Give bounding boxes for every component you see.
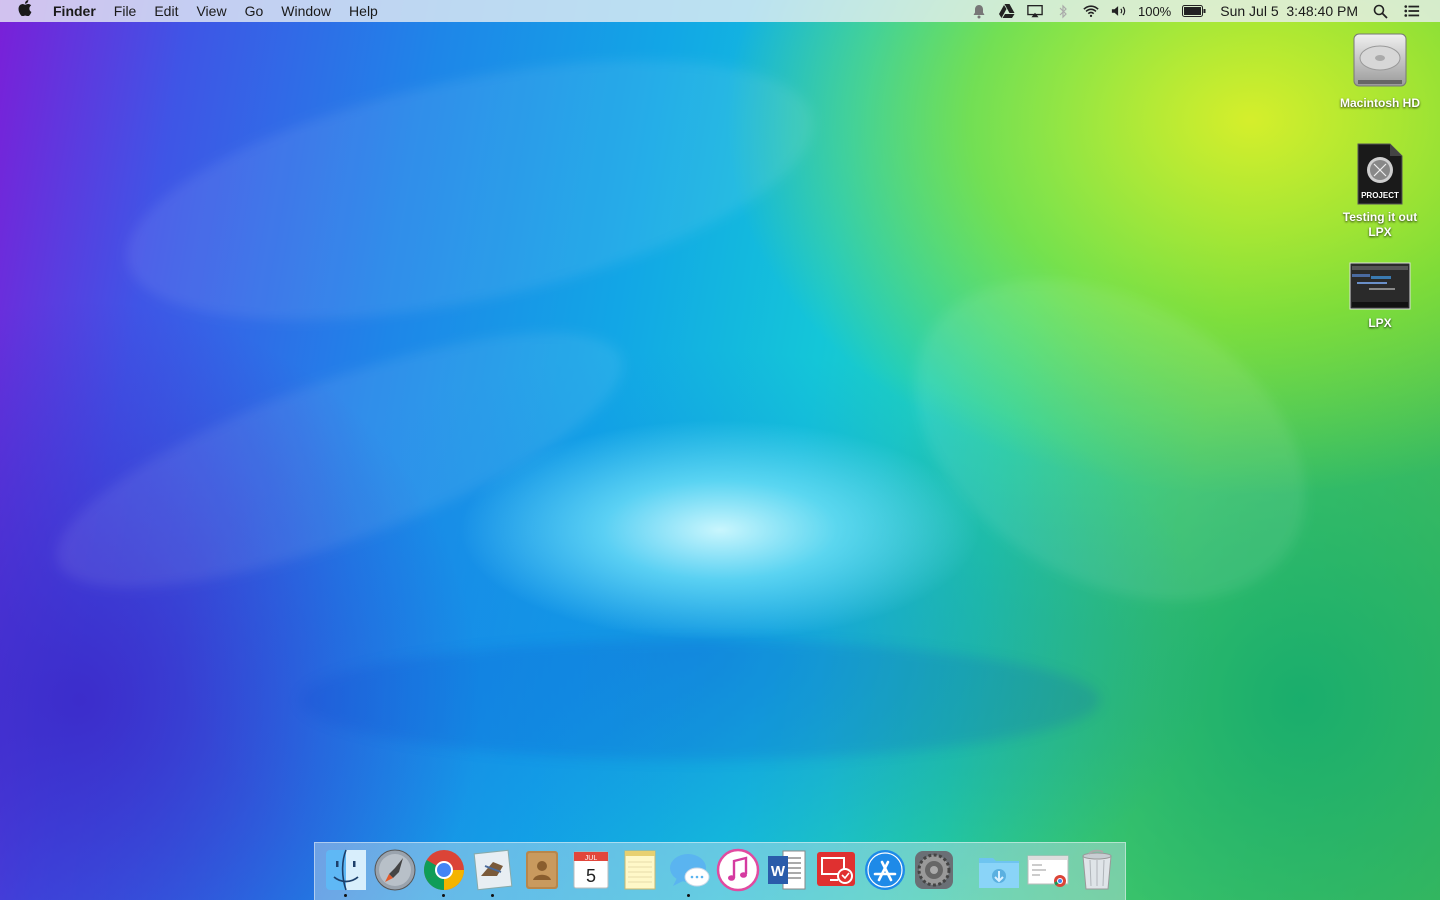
messages-icon	[669, 854, 709, 887]
menu-edit[interactable]: Edit	[145, 0, 187, 22]
dock-calendar[interactable]: JUL 5	[569, 848, 613, 900]
menu-app-finder[interactable]: Finder	[44, 0, 105, 22]
desktop-icon-lpx[interactable]: LPX	[1330, 262, 1430, 331]
dock-microsoft-word[interactable]: W	[765, 848, 809, 900]
dock-document-stack[interactable]	[1026, 848, 1070, 900]
document-stack-icon	[1027, 855, 1068, 887]
dock-google-chrome[interactable]	[422, 848, 466, 900]
wifi-icon[interactable]	[1083, 3, 1099, 19]
dock: JUL 5 W	[314, 842, 1126, 900]
desktop-icon-label: Testing it out LPX	[1342, 210, 1418, 239]
launchpad-icon	[374, 849, 415, 891]
airplay-icon[interactable]	[1027, 3, 1043, 19]
menu-file[interactable]: File	[105, 0, 146, 22]
menu-go[interactable]: Go	[236, 0, 273, 22]
dock-messages[interactable]	[667, 848, 711, 900]
dock-itunes[interactable]	[716, 848, 760, 900]
dock-trash[interactable]	[1075, 848, 1119, 900]
battery-percent: 100%	[1137, 3, 1172, 19]
dock-finder[interactable]	[324, 848, 368, 900]
contacts-icon	[525, 851, 558, 889]
word-icon: W	[767, 850, 805, 890]
volume-icon[interactable]	[1111, 3, 1127, 19]
word-letter: W	[770, 863, 785, 880]
itunes-icon	[716, 848, 759, 892]
menubar-date: Sun Jul 5	[1220, 3, 1279, 19]
menu-help[interactable]: Help	[340, 0, 387, 22]
dock-contacts[interactable]	[520, 848, 564, 900]
mail-icon	[473, 849, 512, 891]
chrome-icon	[423, 850, 464, 890]
desktop-wallpaper	[0, 0, 1440, 900]
trash-icon	[1081, 849, 1112, 890]
calendar-day: 5	[585, 866, 595, 886]
app-store-icon	[864, 850, 905, 890]
notification-center-icon[interactable]	[1404, 3, 1420, 19]
dock-mail[interactable]	[471, 848, 515, 900]
menu-bar: Finder File Edit View Go Window Help 100…	[0, 0, 1440, 22]
desktop-icon-macintosh-hd[interactable]: Macintosh HD	[1330, 30, 1430, 111]
desktop-icon-testing-it-out-lpx[interactable]: PROJECT Testing it out LPX	[1330, 142, 1430, 240]
downloads-folder-icon	[978, 858, 1019, 888]
logic-project-icon: PROJECT	[1330, 142, 1430, 206]
dock-app-store[interactable]	[863, 848, 907, 900]
project-badge: PROJECT	[1361, 191, 1399, 200]
dock-remote-desktop[interactable]	[814, 848, 858, 900]
bluetooth-icon[interactable]	[1055, 3, 1071, 19]
finder-icon	[325, 849, 366, 891]
dock-notes[interactable]	[618, 848, 662, 900]
notes-icon	[624, 850, 655, 890]
dock-downloads-stack[interactable]	[977, 848, 1021, 900]
screenshot-thumbnail-icon	[1330, 262, 1430, 312]
dock-launchpad[interactable]	[373, 848, 417, 900]
calendar-month: JUL	[584, 855, 597, 862]
remote-desktop-icon	[816, 852, 855, 886]
notification-bell-icon[interactable]	[971, 3, 987, 19]
dock-system-preferences[interactable]	[912, 848, 956, 900]
menu-view[interactable]: View	[187, 0, 235, 22]
spotlight-search-icon[interactable]	[1372, 3, 1388, 19]
battery-icon[interactable]	[1182, 3, 1206, 19]
calendar-icon: JUL 5	[573, 851, 608, 889]
desktop-icon-label: LPX	[1368, 316, 1392, 330]
apple-menu-icon[interactable]	[0, 0, 44, 23]
hard-drive-icon	[1330, 30, 1430, 92]
menubar-time: 3:48:40 PM	[1286, 3, 1358, 19]
menubar-clock[interactable]: Sun Jul 5 3:48:40 PM	[1212, 3, 1366, 19]
google-drive-icon[interactable]	[998, 3, 1015, 19]
system-preferences-icon	[914, 851, 953, 889]
menu-window[interactable]: Window	[272, 0, 340, 22]
desktop-icon-label: Macintosh HD	[1339, 96, 1420, 110]
